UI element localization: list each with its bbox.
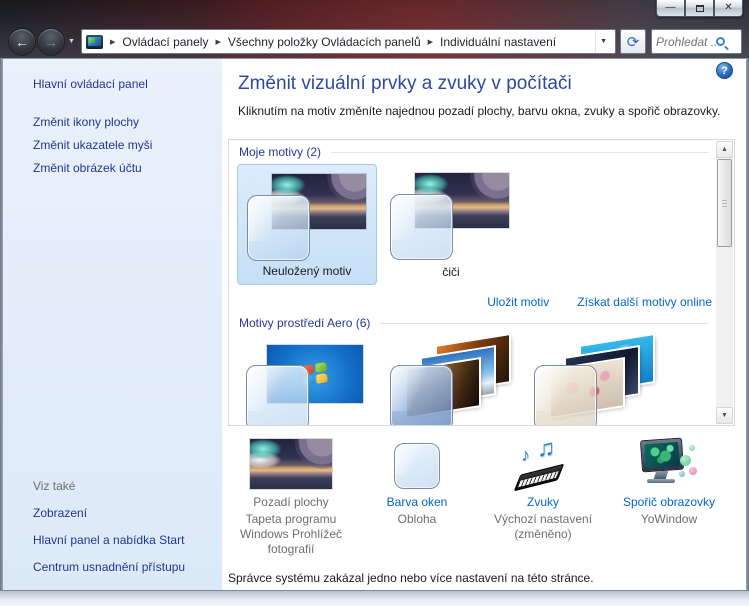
navigation-bar: ← → ▼ ▶ Ovládací panely ▶ Všechny položk… [0,26,749,58]
page-title: Změnit vizuální prvky a zvuky v počítači [238,73,746,95]
theme-settings-row: Pozadí plochy Tapeta programu Windows Pr… [228,437,735,557]
breadcrumb-item-all-items[interactable]: Všechny položky Ovládacích panelů [228,35,421,49]
aero-theme-tile-windows7[interactable] [237,335,377,426]
help-button[interactable]: ? [716,62,733,79]
window-color-preview [390,365,453,426]
chevron-down-icon: ▼ [600,38,607,45]
scroll-up-button[interactable]: ▲ [716,141,733,158]
window-color-preview [247,195,310,261]
sidebar-item-display[interactable]: Zobrazení [33,506,222,520]
screensaver-label: Spořič obrazovky [623,495,715,509]
scroll-down-button[interactable]: ▼ [716,407,733,424]
chevron-down-icon: ▼ [68,38,75,45]
sidebar-top-group: Hlavní ovládací panel Změnit ikony ploch… [33,77,222,184]
search-icon [716,37,725,46]
client-area: Hlavní ovládací panel Změnit ikony ploch… [3,58,746,590]
close-icon: ✕ [724,3,732,13]
sidebar-see-also-group: Viz také Zobrazení Hlavní panel a nabídk… [33,479,222,574]
admin-restriction-status: Správce systému zakázal jedno nebo více … [228,571,594,585]
window-color-preview [390,194,453,260]
scroll-down-icon: ▼ [721,412,728,419]
my-themes-row: Neuložený motiv čiči [237,164,734,285]
help-icon: ? [721,65,728,77]
get-more-themes-link[interactable]: Získat další motivy online [577,295,712,309]
group-header-rule [331,152,708,153]
sounds-value: Výchozí nastavení (změněno) [487,512,599,542]
aero-themes-group-header: Motivy prostředí Aero (6) [239,316,708,330]
aero-theme-tile-nature[interactable] [525,335,665,426]
screensaver-value: YoWindow [613,512,725,527]
forward-icon: → [44,34,58,50]
recent-pages-dropdown[interactable]: ▼ [68,38,75,45]
screensaver-icon [639,437,699,489]
caption-button-group: — ✕ [656,0,743,17]
refresh-icon: ⟳ [627,33,640,51]
maximize-icon [696,5,704,12]
sidebar-item-change-account-picture[interactable]: Změnit obrázek účtu [33,161,222,175]
sidebar-item-taskbar-start-menu[interactable]: Hlavní panel a nabídka Start [33,533,222,547]
forward-button[interactable]: → [37,28,65,56]
sidebar-item-change-mouse-pointers[interactable]: Změnit ukazatele myši [33,138,222,152]
window-color-icon [394,443,440,489]
breadcrumb-item-control-panel[interactable]: Ovládací panely [122,35,208,49]
scroll-up-icon: ▲ [721,146,728,153]
window-border-bottom [0,590,749,606]
sounds-label: Zvuky [527,495,559,509]
my-themes-group-label: Moje motivy (2) [239,145,321,159]
refresh-button[interactable]: ⟳ [620,29,646,54]
aero-theme-tile-architecture[interactable] [381,335,521,426]
sounds-icon: ♪ ♫ [515,439,571,489]
theme-tile-cici[interactable]: čiči [381,164,521,285]
window-color-preview [246,365,309,426]
main-content: ? Změnit vizuální prvky a zvuky v počíta… [222,59,746,590]
crumb-separator-icon: ▶ [212,38,223,46]
minimize-icon: — [666,3,676,13]
back-button[interactable]: ← [8,28,36,56]
sounds-setting[interactable]: ♪ ♫ Zvuky Výchozí nastavení (změněno) [480,437,606,557]
search-input[interactable] [656,35,716,49]
screensaver-setting[interactable]: Spořič obrazovky YoWindow [606,437,732,557]
theme-list-scrollbar[interactable]: ▲ ▼ [716,141,733,424]
close-button[interactable]: ✕ [714,0,743,17]
personalization-icon [86,35,103,49]
window-color-value: Obloha [361,512,473,527]
crumb-separator-icon: ▶ [107,38,118,46]
desktop-background-icon [250,439,332,489]
theme-tile-label: Neuložený motiv [238,264,376,278]
scrollbar-thumb[interactable] [717,159,732,247]
window-color-label: Barva oken [387,495,448,509]
maximize-button[interactable] [685,0,714,17]
desktop-background-label: Pozadí plochy [253,495,328,509]
theme-links-row: Uložit motiv Získat další motivy online [237,295,712,309]
breadcrumb-item-personalization[interactable]: Individuální nastavení [440,35,556,49]
window-color-preview [534,365,597,426]
address-dropdown-button[interactable]: ▼ [595,30,611,53]
aero-themes-group-label: Motivy prostředí Aero (6) [239,316,370,330]
save-theme-link[interactable]: Uložit motiv [487,295,549,309]
back-icon: ← [15,34,29,50]
window-color-setting[interactable]: Barva oken Obloha [354,437,480,557]
theme-listbox: Moje motivy (2) Neuložený motiv čiči Ulo… [228,139,735,426]
aero-themes-row [237,335,734,426]
sidebar-item-ease-of-access[interactable]: Centrum usnadnění přístupu [33,560,222,574]
my-themes-group-header: Moje motivy (2) [239,145,708,159]
sidebar: Hlavní ovládací panel Změnit ikony ploch… [3,59,222,590]
page-subtitle: Kliknutím na motiv změníte najednou poza… [238,104,746,118]
desktop-background-value: Tapeta programu Windows Prohlížeč fotogr… [235,512,347,557]
theme-tile-label: čiči [381,265,521,279]
breadcrumb[interactable]: ▶ Ovládací panely ▶ Všechny položky Ovlá… [81,29,616,54]
search-box[interactable] [651,29,742,54]
group-header-rule [380,323,708,324]
theme-tile-unsaved[interactable]: Neuložený motiv [237,164,377,285]
crumb-separator-icon: ▶ [425,38,436,46]
see-also-header: Viz také [33,479,222,493]
minimize-button[interactable]: — [656,0,685,17]
sidebar-item-control-panel-home[interactable]: Hlavní ovládací panel [33,77,222,91]
sidebar-item-change-desktop-icons[interactable]: Změnit ikony plochy [33,115,222,129]
desktop-background-setting[interactable]: Pozadí plochy Tapeta programu Windows Pr… [228,437,354,557]
